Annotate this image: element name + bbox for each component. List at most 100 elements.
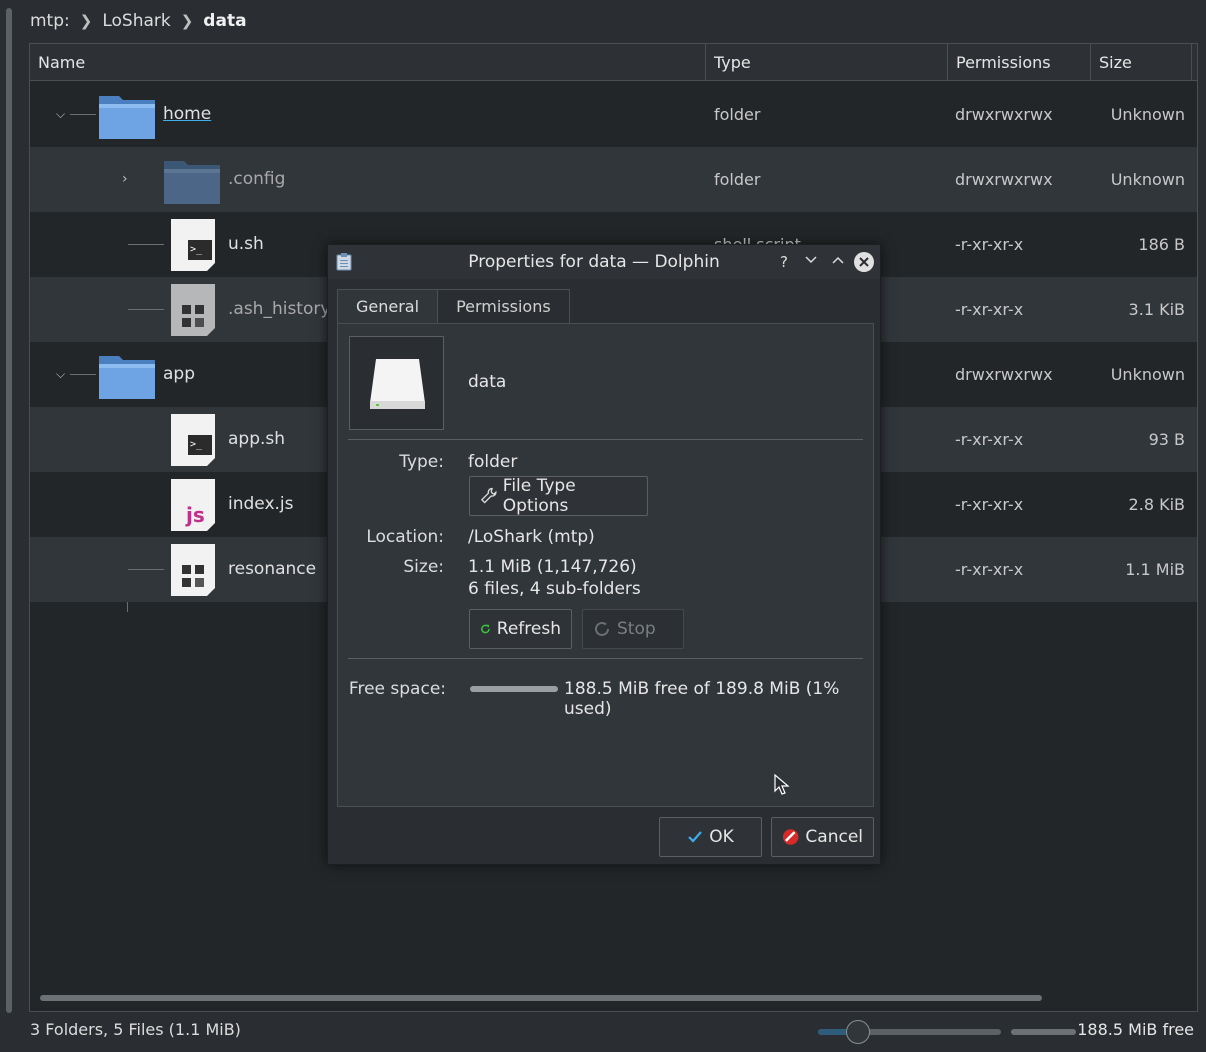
file-permissions: -r-xr-xr-x xyxy=(955,300,1024,319)
folder-icon xyxy=(99,356,155,399)
dialog-titlebar[interactable]: Properties for data — Dolphin ? xyxy=(328,245,880,279)
file-name[interactable]: .ash_history xyxy=(228,277,330,342)
refresh-button[interactable]: Refresh xyxy=(469,609,572,649)
chevron-down-icon xyxy=(805,256,817,264)
file-permissions: drwxrwxrwx xyxy=(955,105,1053,124)
chevron-down-icon[interactable]: ⌵ xyxy=(56,368,68,380)
chevron-right-icon: ❯ xyxy=(180,12,194,30)
divider xyxy=(348,658,863,659)
refresh-icon xyxy=(481,624,490,634)
file-type: folder xyxy=(714,170,761,189)
column-header: Name Type Permissions Size xyxy=(30,44,1197,81)
general-panel: data Type: folder File Type Options Loca… xyxy=(337,323,874,807)
column-size[interactable]: Size xyxy=(1091,44,1192,80)
folder-icon xyxy=(99,96,155,139)
column-name[interactable]: Name xyxy=(30,44,706,80)
file-name[interactable]: .config xyxy=(228,147,285,212)
close-icon xyxy=(859,257,869,267)
mouse-cursor-icon xyxy=(774,774,790,795)
file-permissions: -r-xr-xr-x xyxy=(955,560,1024,579)
file-permissions: -r-xr-xr-x xyxy=(955,430,1024,449)
file-name[interactable]: index.js xyxy=(228,472,294,537)
file-size: Unknown xyxy=(1110,105,1185,124)
file-size: Unknown xyxy=(1110,170,1185,189)
breadcrumb-root[interactable]: mtp: xyxy=(30,11,70,31)
chevron-up-icon xyxy=(832,256,844,264)
file-name[interactable]: u.sh xyxy=(228,212,264,277)
status-summary: 3 Folders, 5 Files (1.1 MiB) xyxy=(30,1020,241,1039)
tree-line xyxy=(70,374,96,375)
location-label: Location: xyxy=(366,527,444,547)
maximize-button[interactable] xyxy=(828,252,848,272)
dialog-tabs: General Permissions xyxy=(337,289,570,324)
chevron-down-icon[interactable]: ⌵ xyxy=(56,108,68,120)
horizontal-scrollbar[interactable] xyxy=(40,995,1042,1001)
file-name[interactable]: app xyxy=(163,342,195,407)
stop-spinner-icon xyxy=(595,621,609,636)
refresh-label: Refresh xyxy=(496,619,561,639)
file-size: 1.1 MiB xyxy=(1125,560,1185,579)
chevron-right-icon[interactable]: › xyxy=(122,172,134,186)
type-value: folder xyxy=(468,452,518,472)
chevron-right-icon: ❯ xyxy=(79,12,93,30)
file-type-options-button[interactable]: File Type Options xyxy=(469,476,648,516)
binary-file-icon xyxy=(171,284,215,336)
folder-icon xyxy=(164,161,220,204)
file-permissions: drwxrwxrwx xyxy=(955,170,1053,189)
ok-button[interactable]: OK xyxy=(659,817,762,857)
script-file-icon: >_ xyxy=(171,414,215,466)
wrench-icon xyxy=(480,487,497,504)
file-permissions: -r-xr-xr-x xyxy=(955,495,1024,514)
left-scrollbar[interactable] xyxy=(6,8,12,1013)
location-value: /LoShark (mtp) xyxy=(468,527,595,547)
help-button[interactable]: ? xyxy=(774,252,794,272)
tree-line xyxy=(70,114,96,115)
table-row[interactable]: ⌵ home folder drwxrwxrwx Unknown xyxy=(30,82,1197,147)
dialog-title: Properties for data — Dolphin xyxy=(468,252,720,272)
breadcrumb: mtp: ❯ LoShark ❯ data xyxy=(30,0,247,42)
file-permissions: drwxrwxrwx xyxy=(955,365,1053,384)
file-size: Unknown xyxy=(1110,365,1185,384)
free-space-value: 188.5 MiB free of 189.8 MiB (1% used) xyxy=(564,679,840,719)
checkmark-icon xyxy=(688,831,703,843)
tab-general[interactable]: General xyxy=(337,289,439,324)
tree-line xyxy=(128,569,164,570)
column-type[interactable]: Type xyxy=(706,44,948,80)
file-size: 2.8 KiB xyxy=(1128,495,1185,514)
breadcrumb-current[interactable]: data xyxy=(203,11,246,31)
file-size: 3.1 KiB xyxy=(1128,300,1185,319)
javascript-file-icon: js xyxy=(171,479,215,531)
drive-icon xyxy=(370,359,425,409)
cancel-button[interactable]: Cancel xyxy=(771,817,874,857)
item-name[interactable]: data xyxy=(468,372,506,392)
minimize-button[interactable] xyxy=(801,252,821,272)
table-row[interactable]: › .config folder drwxrwxrwx Unknown xyxy=(30,147,1197,212)
divider xyxy=(348,439,863,440)
tree-line xyxy=(128,309,164,310)
free-space-bar xyxy=(1011,1029,1076,1035)
free-space-label: 188.5 MiB free xyxy=(1077,1020,1194,1039)
file-name[interactable]: app.sh xyxy=(228,407,285,472)
svg-text:>_: >_ xyxy=(190,439,203,450)
zoom-slider-handle[interactable] xyxy=(846,1020,870,1044)
file-type: folder xyxy=(714,105,761,124)
stop-button[interactable]: Stop xyxy=(582,609,684,649)
script-file-icon: >_ xyxy=(171,219,215,271)
svg-text:>_: >_ xyxy=(190,244,203,255)
ok-label: OK xyxy=(709,827,734,847)
size-value: 1.1 MiB (1,147,726) xyxy=(468,557,637,577)
tree-line xyxy=(128,244,164,245)
binary-file-icon xyxy=(171,544,215,596)
item-icon-button[interactable] xyxy=(349,336,444,430)
breadcrumb-device[interactable]: LoShark xyxy=(102,11,170,31)
properties-dialog: Properties for data — Dolphin ? General … xyxy=(327,244,881,865)
cancel-icon xyxy=(782,829,799,845)
file-name[interactable]: resonance xyxy=(228,537,316,602)
stop-label: Stop xyxy=(617,619,656,639)
close-button[interactable] xyxy=(854,252,874,272)
size-detail: 6 files, 4 sub-folders xyxy=(468,579,641,599)
column-permissions[interactable]: Permissions xyxy=(948,44,1091,80)
file-name[interactable]: home xyxy=(163,82,211,147)
cancel-label: Cancel xyxy=(805,827,863,847)
tab-permissions[interactable]: Permissions xyxy=(438,289,570,324)
